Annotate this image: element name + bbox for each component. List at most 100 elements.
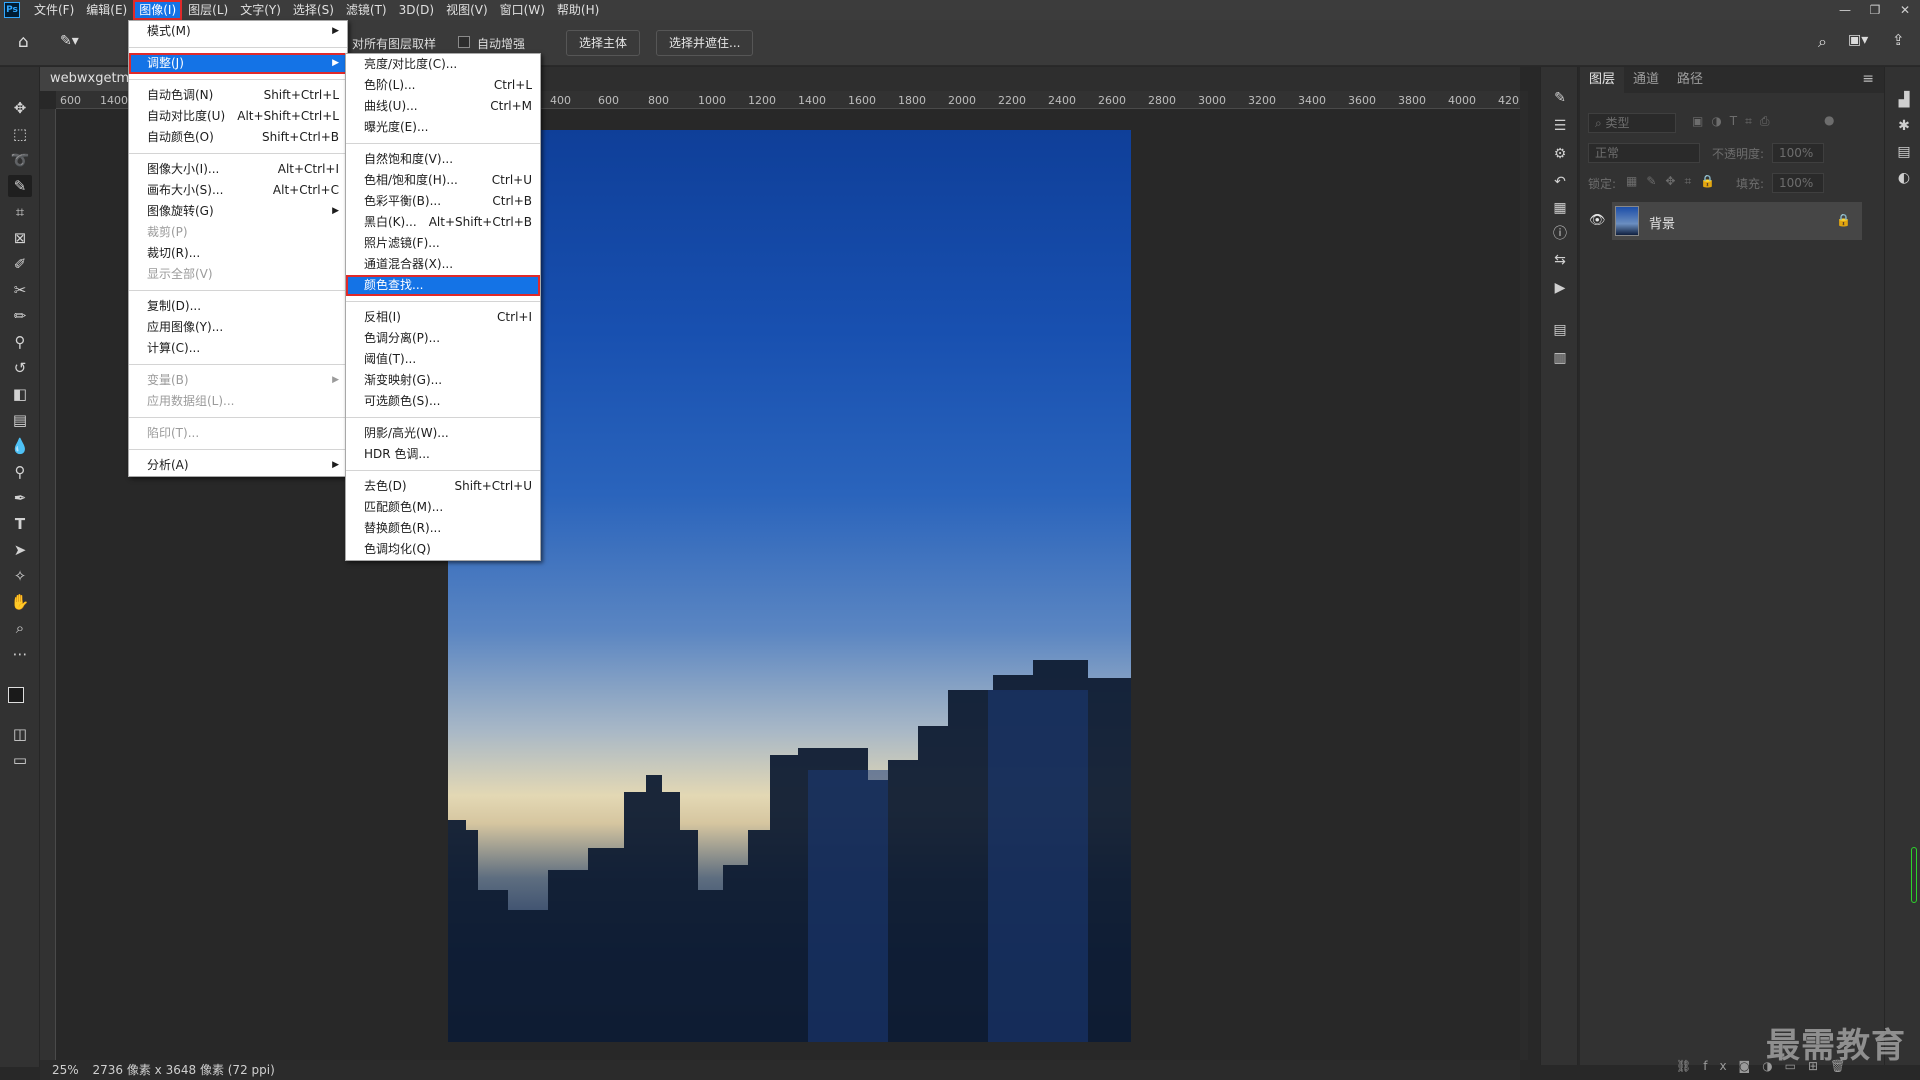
adjust-menu-item[interactable]: 反相(I) Ctrl+I: [346, 307, 540, 328]
dodge-tool-icon[interactable]: ⚲: [8, 461, 32, 483]
marquee-tool-icon[interactable]: ⬚: [8, 123, 32, 145]
adjust-menu-item[interactable]: 色阶(L)... Ctrl+L: [346, 75, 540, 96]
menu-item-3[interactable]: 图层(L): [182, 0, 234, 20]
properties-icon[interactable]: ☰: [1551, 117, 1569, 135]
adjust-menu-item[interactable]: 阈值(T)...: [346, 349, 540, 370]
adjust-menu-item[interactable]: 亮度/对比度(C)...: [346, 54, 540, 75]
adjust-menu-item[interactable]: 匹配颜色(M)...: [346, 497, 540, 518]
panel-tab-0[interactable]: 图层: [1580, 67, 1625, 93]
actions-play-icon[interactable]: ▶: [1551, 279, 1569, 297]
menu-item-0[interactable]: 文件(F): [28, 0, 80, 20]
blur-tool-icon[interactable]: 💧: [8, 435, 32, 457]
document-tab[interactable]: webwxgetmsg: [40, 67, 140, 91]
home-icon[interactable]: ⌂: [18, 32, 29, 52]
eraser-tool-icon[interactable]: ◧: [8, 383, 32, 405]
image-menu-item[interactable]: 裁切(R)...: [129, 243, 347, 264]
brush-tool-icon[interactable]: ✏: [8, 305, 32, 327]
color-icon[interactable]: ◐: [1895, 169, 1913, 187]
adjust-menu-item[interactable]: 自然饱和度(V)...: [346, 149, 540, 170]
vertical-scrollbar[interactable]: [1520, 91, 1528, 1060]
healing-brush-icon[interactable]: ✂: [8, 279, 32, 301]
select-subject-button[interactable]: 选择主体: [566, 30, 641, 56]
adjust-menu-item[interactable]: 色彩平衡(B)... Ctrl+B: [346, 191, 540, 212]
close-icon[interactable]: ✕: [1890, 0, 1920, 20]
shape-tool-icon[interactable]: ✧: [8, 565, 32, 587]
lasso-tool-icon[interactable]: ➰: [8, 149, 32, 171]
auto-enhance-checkbox[interactable]: [458, 34, 470, 48]
adjust-menu-item[interactable]: 去色(D) Shift+Ctrl+U: [346, 476, 540, 497]
adjust-menu-item[interactable]: 替换颜色(R)...: [346, 518, 540, 539]
panel-tab-2[interactable]: 路径: [1668, 67, 1712, 93]
restore-icon[interactable]: ❐: [1860, 0, 1890, 20]
type-tool-icon[interactable]: T: [8, 513, 32, 535]
menu-item-4[interactable]: 文字(Y): [234, 0, 287, 20]
adjust-menu-item[interactable]: 颜色查找...: [346, 275, 540, 296]
frame-tool-icon[interactable]: ⊠: [8, 227, 32, 249]
path-selection-icon[interactable]: ➤: [8, 539, 32, 561]
crop-tool-icon[interactable]: ⌗: [8, 201, 32, 223]
adjust-menu-item[interactable]: HDR 色调...: [346, 444, 540, 465]
move-tool-icon[interactable]: ✥: [8, 97, 32, 119]
eyedropper-tool-icon[interactable]: ✐: [8, 253, 32, 275]
eye-icon[interactable]: 👁: [1589, 213, 1606, 228]
image-menu-item[interactable]: 复制(D)...: [129, 296, 347, 317]
more-tools-icon[interactable]: ⋯: [8, 643, 32, 665]
menu-item-6[interactable]: 滤镜(T): [340, 0, 393, 20]
gradient-tool-icon[interactable]: ▤: [8, 409, 32, 431]
hand-tool-icon[interactable]: ✋: [8, 591, 32, 613]
image-menu-item[interactable]: 画布大小(S)... Alt+Ctrl+C: [129, 180, 347, 201]
canvas-image[interactable]: [448, 130, 1131, 1042]
scroll-indicator[interactable]: [1911, 847, 1917, 903]
menu-item-7[interactable]: 3D(D): [393, 0, 440, 20]
adjust-menu-item[interactable]: 可选颜色(S)...: [346, 391, 540, 412]
menu-item-1[interactable]: 编辑(E): [80, 0, 133, 20]
adjustments-icon[interactable]: ⚙: [1551, 145, 1569, 163]
image-menu-item[interactable]: 调整(J) ▶: [129, 53, 347, 74]
adjust-menu-item[interactable]: 通道混合器(X)...: [346, 254, 540, 275]
image-menu-item[interactable]: 计算(C)...: [129, 338, 347, 359]
adjust-menu-item[interactable]: 曝光度(E)...: [346, 117, 540, 138]
menu-item-9[interactable]: 窗口(W): [494, 0, 551, 20]
history-brush-icon[interactable]: ↺: [8, 357, 32, 379]
menu-item-2[interactable]: 图像(I): [133, 0, 183, 20]
navigator-icon[interactable]: ✱: [1895, 117, 1913, 135]
adjust-menu-item[interactable]: 色调均化(Q): [346, 539, 540, 560]
adjust-menu-item[interactable]: 色调分离(P)...: [346, 328, 540, 349]
layer-filter-dropdown[interactable]: ⌕ 类型: [1588, 113, 1676, 133]
image-menu-item[interactable]: 应用图像(Y)...: [129, 317, 347, 338]
histogram-icon[interactable]: ▟: [1895, 91, 1913, 109]
adjust-menu-item[interactable]: 黑白(K)... Alt+Shift+Ctrl+B: [346, 212, 540, 233]
quick-mask-icon[interactable]: ◫: [8, 723, 32, 745]
image-menu-item[interactable]: 模式(M) ▶: [129, 21, 347, 42]
quick-select-tool-preset-icon[interactable]: ✎▾: [60, 33, 79, 49]
minimize-icon[interactable]: —: [1830, 0, 1860, 20]
image-menu-item[interactable]: 自动颜色(O) Shift+Ctrl+B: [129, 127, 347, 148]
share-icon[interactable]: ⇪: [1892, 31, 1905, 49]
adjust-menu-item[interactable]: 阴影/高光(W)...: [346, 423, 540, 444]
history-icon[interactable]: ↶: [1551, 173, 1569, 191]
paths-icon[interactable]: ⇆: [1551, 251, 1569, 269]
menu-item-10[interactable]: 帮助(H): [551, 0, 605, 20]
notes-icon[interactable]: ▥: [1551, 349, 1569, 367]
quick-selection-tool-icon[interactable]: ✎: [8, 175, 32, 197]
menu-item-5[interactable]: 选择(S): [287, 0, 340, 20]
adjust-menu-item[interactable]: 曲线(U)... Ctrl+M: [346, 96, 540, 117]
image-menu-item[interactable]: 自动对比度(U) Alt+Shift+Ctrl+L: [129, 106, 347, 127]
image-menu-item[interactable]: 图像大小(I)... Alt+Ctrl+I: [129, 159, 347, 180]
clone-stamp-icon[interactable]: ⚲: [8, 331, 32, 353]
zoom-tool-icon[interactable]: ⌕: [8, 617, 32, 639]
screen-mode-icon[interactable]: ▭: [8, 749, 32, 771]
image-menu-item[interactable]: 图像旋转(G) ▶: [129, 201, 347, 222]
channels-icon[interactable]: ▤: [1551, 321, 1569, 339]
image-menu-item[interactable]: 分析(A) ▶: [129, 455, 347, 476]
brush-preset-icon[interactable]: ✎: [1551, 89, 1569, 107]
pen-tool-icon[interactable]: ✒: [8, 487, 32, 509]
zoom-level[interactable]: 25%: [52, 1063, 79, 1077]
filter-toggle-icon[interactable]: ●: [1824, 113, 1834, 127]
search-icon[interactable]: ⌕: [1818, 32, 1827, 52]
adjust-menu-item[interactable]: 渐变映射(G)...: [346, 370, 540, 391]
libraries-icon[interactable]: ▦: [1551, 199, 1569, 217]
panel-tab-1[interactable]: 通道: [1624, 67, 1668, 93]
filter-type-icons[interactable]: ▣◑T⌗⎙: [1692, 114, 1778, 129]
select-and-mask-button[interactable]: 选择并遮住...: [656, 30, 754, 56]
